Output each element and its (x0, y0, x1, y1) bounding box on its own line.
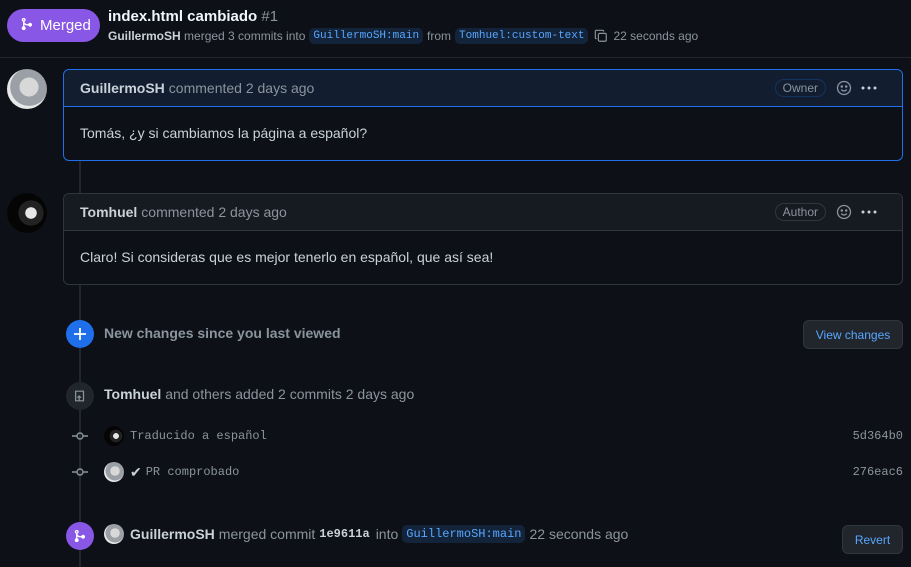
git-commit-icon (70, 431, 90, 441)
comment-header: GuillermoSH commented 2 days ago Owner (64, 70, 902, 107)
pr-number: #1 (261, 8, 279, 25)
git-commit-icon (70, 467, 90, 477)
comment-header: Tomhuel commented 2 days ago Author (64, 194, 902, 231)
commit-message-link[interactable]: PR comprobado (146, 465, 240, 479)
comment-author[interactable]: Tomhuel (80, 204, 137, 220)
comment-author-reply: Tomhuel commented 2 days ago Author Clar… (63, 193, 903, 285)
merge-event-time[interactable]: 22 seconds ago (529, 526, 628, 542)
comment-body: Claro! Si consideras que es mejor tenerl… (80, 249, 494, 265)
commit-author-avatar[interactable] (104, 426, 124, 446)
kebab-menu-icon[interactable] (860, 204, 878, 220)
merge-target-branch[interactable]: GuillermoSH:main (402, 525, 526, 543)
merged-state-label: Merged (40, 17, 91, 34)
avatar-tomhuel[interactable] (7, 193, 47, 233)
into-text: into (375, 526, 399, 542)
revert-button[interactable]: Revert (842, 525, 903, 554)
comment-author[interactable]: GuillermoSH (80, 80, 165, 96)
merge-event: GuillermoSH merged commit 1e9611a into G… (104, 524, 628, 544)
view-changes-button[interactable]: View changes (803, 320, 903, 349)
from-text: from (427, 29, 452, 43)
commit-row: Traducido a español 5d364b0 (70, 425, 903, 447)
merge-action-text: merged 3 commits into (184, 29, 306, 43)
new-changes-text: New changes since you last viewed (104, 325, 341, 341)
merge-author-link[interactable]: GuillermoSH (108, 29, 181, 43)
head-branch-label[interactable]: Tomhuel:custom-text (455, 28, 589, 44)
comment-time[interactable]: commented 2 days ago (169, 80, 315, 96)
pr-title-text: index.html cambiado (108, 8, 258, 25)
commits-group-header: Tomhuel and others added 2 commits 2 day… (104, 386, 414, 402)
comment-owner: GuillermoSH commented 2 days ago Owner T… (63, 69, 903, 161)
commits-author-link[interactable]: Tomhuel (104, 386, 161, 402)
commit-message-link[interactable]: Traducido a español (130, 429, 267, 443)
pr-header: Merged index.html cambiado #1 GuillermoS… (0, 0, 911, 58)
git-merge-icon (66, 522, 94, 550)
merge-author-avatar[interactable] (104, 524, 124, 544)
commit-sha-link[interactable]: 276eac6 (853, 465, 903, 479)
merge-time: 22 seconds ago (613, 29, 699, 43)
owner-badge: Owner (774, 79, 826, 97)
merge-commit-sha[interactable]: 1e9611a (319, 527, 369, 541)
kebab-menu-icon[interactable] (860, 80, 878, 96)
comment-body: Tomás, ¿y si cambiamos la página a españ… (80, 125, 368, 141)
avatar-guillermosh[interactable] (7, 69, 47, 109)
author-badge: Author (774, 203, 826, 221)
commit-row: ✔ PR comprobado 276eac6 (70, 461, 903, 483)
pr-title: index.html cambiado #1 (108, 8, 278, 25)
plus-icon (66, 320, 94, 348)
smiley-icon[interactable] (836, 204, 852, 220)
copy-icon[interactable] (594, 29, 608, 43)
smiley-icon[interactable] (836, 80, 852, 96)
pr-meta: GuillermoSH merged 3 commits into Guille… (108, 28, 698, 44)
commit-sha-link[interactable]: 5d364b0 (853, 429, 903, 443)
merged-state-badge: Merged (7, 9, 100, 42)
commits-group-text: and others added 2 commits 2 days ago (165, 386, 415, 402)
merge-author-link[interactable]: GuillermoSH (130, 526, 215, 542)
merge-action-text: merged commit (218, 526, 316, 542)
commit-author-avatar[interactable] (104, 462, 124, 482)
check-icon[interactable]: ✔ (130, 464, 142, 481)
comment-time[interactable]: commented 2 days ago (141, 204, 287, 220)
base-branch-label[interactable]: GuillermoSH:main (309, 28, 424, 44)
repo-push-icon (66, 382, 94, 410)
git-merge-icon (20, 17, 40, 35)
